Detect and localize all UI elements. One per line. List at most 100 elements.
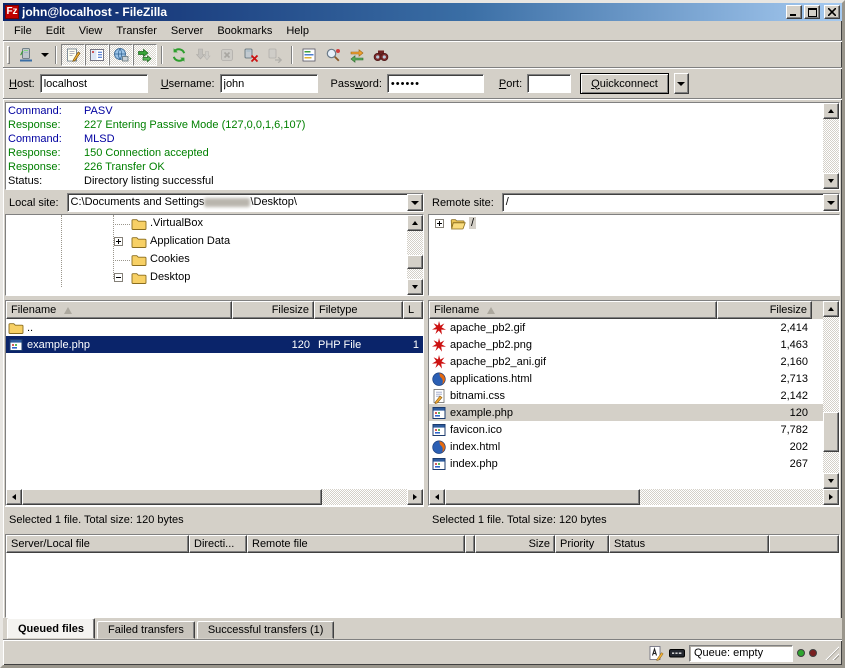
column-header-status[interactable]: Status: [609, 535, 769, 553]
scroll-right-button[interactable]: [407, 489, 423, 505]
title-bar[interactable]: Fz john@localhost - FileZilla: [3, 3, 842, 21]
menu-item-help[interactable]: Help: [279, 23, 316, 39]
menu-item-file[interactable]: File: [7, 23, 39, 39]
scroll-down-button[interactable]: [407, 279, 423, 295]
column-header-filesize[interactable]: Filesize: [717, 301, 812, 319]
menu-item-server[interactable]: Server: [164, 23, 210, 39]
menu-item-edit[interactable]: Edit: [39, 23, 72, 39]
reconnect-button[interactable]: [263, 44, 287, 66]
tree-item[interactable]: /: [429, 215, 839, 233]
toggle-log-view-button[interactable]: [61, 44, 85, 66]
scroll-thumb[interactable]: [445, 489, 640, 505]
site-manager-dropdown-button[interactable]: [38, 44, 51, 66]
column-header-size[interactable]: Size: [475, 535, 555, 553]
column-header-serverlocalfile[interactable]: Server/Local file: [6, 535, 189, 553]
site-manager-button[interactable]: [14, 44, 38, 66]
compare-button[interactable]: [321, 44, 345, 66]
toggle-queue-view-button[interactable]: [133, 44, 157, 66]
quickconnect-button[interactable]: Quickconnect: [580, 73, 669, 94]
tree-item[interactable]: Cookies: [6, 251, 407, 269]
scroll-track[interactable]: [823, 317, 839, 473]
scroll-track[interactable]: [22, 489, 407, 505]
tab-successful-transfers-[interactable]: Successful transfers (1): [197, 621, 335, 639]
scroll-up-button[interactable]: [823, 103, 839, 119]
username-input[interactable]: [220, 74, 318, 93]
file-row[interactable]: bitnami.css2,142: [429, 387, 823, 404]
column-header-priority[interactable]: Priority: [555, 535, 609, 553]
local-site-combobox[interactable]: C:\Documents and Settings\Desktop\: [67, 193, 424, 212]
remote-site-dropdown-button[interactable]: [823, 194, 839, 211]
scroll-left-button[interactable]: [6, 489, 22, 505]
message-log[interactable]: Command:PASVResponse:227 Entering Passiv…: [6, 103, 823, 189]
file-row[interactable]: favicon.ico7,782: [429, 421, 823, 438]
remote-file-list[interactable]: apache_pb2.gif2,414apache_pb2.png1,463ap…: [429, 319, 823, 489]
maximize-button[interactable]: [804, 5, 820, 19]
remote-horizontal-scrollbar[interactable]: [429, 489, 839, 505]
tree-item[interactable]: .VirtualBox: [6, 215, 407, 233]
file-row[interactable]: ..: [6, 319, 423, 336]
column-header-blank[interactable]: [769, 535, 839, 553]
file-row[interactable]: apache_pb2.gif2,414: [429, 319, 823, 336]
tree-expander-plus[interactable]: [435, 219, 444, 228]
scroll-up-button[interactable]: [407, 215, 423, 231]
toggle-local-tree-button[interactable]: [85, 44, 109, 66]
refresh-button[interactable]: [167, 44, 191, 66]
minimize-button[interactable]: [786, 5, 802, 19]
column-header-filetype[interactable]: Filetype: [314, 301, 403, 319]
tree-expander-plus[interactable]: [114, 237, 123, 246]
toggle-remote-tree-button[interactable]: [109, 44, 133, 66]
local-horizontal-scrollbar[interactable]: [6, 489, 423, 505]
scroll-right-button[interactable]: [823, 489, 839, 505]
column-header-filename[interactable]: Filename: [6, 301, 232, 319]
scroll-up-button[interactable]: [823, 301, 839, 317]
column-header-directi[interactable]: Directi...: [189, 535, 247, 553]
process-queue-button[interactable]: [191, 44, 215, 66]
toolbar-grip[interactable]: [7, 46, 10, 64]
queue-body[interactable]: [6, 553, 839, 617]
resize-grip[interactable]: [825, 646, 839, 660]
quickconnect-dropdown-button[interactable]: [674, 73, 689, 94]
menu-item-bookmarks[interactable]: Bookmarks: [210, 23, 279, 39]
find-files-button[interactable]: [369, 44, 393, 66]
local-directory-tree[interactable]: .VirtualBoxApplication DataCookiesDeskto…: [6, 215, 407, 295]
tree-expander-minus[interactable]: [114, 273, 123, 282]
local-file-list[interactable]: ..example.php120PHP File1: [6, 319, 423, 489]
sync-browsing-button[interactable]: [345, 44, 369, 66]
scroll-thumb[interactable]: [407, 255, 423, 269]
scroll-down-button[interactable]: [823, 173, 839, 189]
tree-item[interactable]: Application Data: [6, 233, 407, 251]
host-input[interactable]: [40, 74, 148, 93]
port-input[interactable]: [527, 74, 571, 93]
scroll-left-button[interactable]: [429, 489, 445, 505]
menu-item-transfer[interactable]: Transfer: [109, 23, 164, 39]
tree-item[interactable]: Desktop: [6, 269, 407, 287]
file-row[interactable]: apache_pb2_ani.gif2,160: [429, 353, 823, 370]
file-row[interactable]: example.php120PHP File1: [6, 336, 423, 353]
local-site-dropdown-button[interactable]: [407, 194, 423, 211]
file-row[interactable]: index.html202: [429, 438, 823, 455]
scroll-thumb[interactable]: [823, 412, 839, 452]
tab-failed-transfers[interactable]: Failed transfers: [97, 621, 195, 639]
file-row[interactable]: index.php267: [429, 455, 823, 472]
remote-vertical-scrollbar[interactable]: [823, 301, 839, 489]
column-header-filename[interactable]: Filename: [429, 301, 717, 319]
filters-button[interactable]: [297, 44, 321, 66]
remote-directory-tree[interactable]: /: [429, 215, 839, 295]
log-vertical-scrollbar[interactable]: [823, 103, 839, 189]
file-row[interactable]: example.php120: [429, 404, 823, 421]
file-row[interactable]: applications.html2,713: [429, 370, 823, 387]
local-tree-vertical-scrollbar[interactable]: [407, 215, 423, 295]
cancel-button[interactable]: [215, 44, 239, 66]
tab-queued-files[interactable]: Queued files: [7, 618, 95, 639]
password-input[interactable]: [387, 74, 484, 93]
column-header-blank[interactable]: [465, 535, 475, 553]
close-button[interactable]: [824, 5, 840, 19]
menu-item-view[interactable]: View: [72, 23, 110, 39]
scroll-thumb[interactable]: [22, 489, 322, 505]
scroll-track[interactable]: [445, 489, 823, 505]
column-header-remotefile[interactable]: Remote file: [247, 535, 465, 553]
scroll-down-button[interactable]: [823, 473, 839, 489]
disconnect-button[interactable]: [239, 44, 263, 66]
file-row[interactable]: apache_pb2.png1,463: [429, 336, 823, 353]
scroll-track[interactable]: [407, 231, 423, 279]
